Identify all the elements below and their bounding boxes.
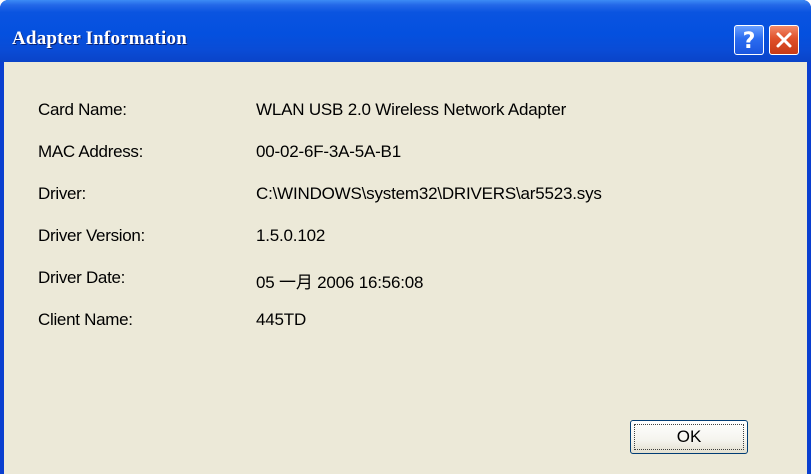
mac-address-label: MAC Address: (38, 142, 144, 161)
mac-address-value: 00-02-6F-3A-5A-B1 (256, 142, 401, 161)
client-name-label: Client Name: (38, 310, 133, 329)
close-button[interactable] (769, 25, 799, 55)
client-name-row: Client Name: 445TD (4, 310, 807, 334)
svg-text:?: ? (743, 29, 756, 51)
driver-label: Driver: (38, 184, 86, 203)
adapter-information-dialog: Adapter Information ? Card Name: WLAN US… (0, 0, 811, 474)
help-icon: ? (743, 29, 756, 51)
driver-version-label: Driver Version: (38, 226, 145, 245)
card-name-row: Card Name: WLAN USB 2.0 Wireless Network… (4, 100, 807, 124)
client-name-value: 445TD (256, 310, 307, 329)
driver-row: Driver: C:\WINDOWS\system32\DRIVERS\ar55… (4, 184, 807, 208)
dialog-body: Card Name: WLAN USB 2.0 Wireless Network… (4, 62, 807, 474)
help-button[interactable]: ? (734, 25, 764, 55)
driver-date-row: Driver Date: 05 一月 2006 16:56:08 (4, 268, 807, 292)
driver-value: C:\WINDOWS\system32\DRIVERS\ar5523.sys (256, 184, 602, 203)
card-name-label: Card Name: (38, 100, 127, 119)
driver-date-label: Driver Date: (38, 268, 126, 287)
window-title: Adapter Information (12, 28, 187, 49)
mac-address-row: MAC Address: 00-02-6F-3A-5A-B1 (4, 142, 807, 166)
driver-version-value: 1.5.0.102 (256, 226, 326, 245)
title-bar[interactable]: Adapter Information ? (0, 0, 811, 62)
close-icon (776, 32, 792, 48)
ok-button-label: OK (676, 427, 702, 446)
driver-version-row: Driver Version: 1.5.0.102 (4, 226, 807, 250)
card-name-value: WLAN USB 2.0 Wireless Network Adapter (256, 100, 567, 119)
ok-button[interactable]: OK (630, 420, 748, 454)
driver-date-value: 05 一月 2006 16:56:08 (256, 273, 424, 292)
